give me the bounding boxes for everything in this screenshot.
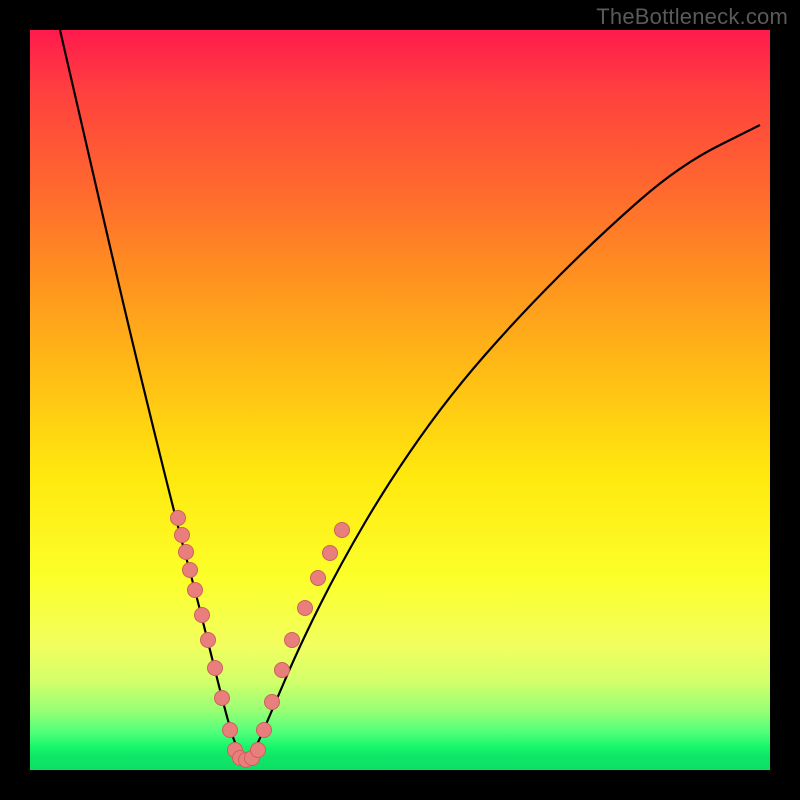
highlight-dot (223, 723, 238, 738)
highlight-dot (251, 743, 266, 758)
highlight-dot (208, 661, 223, 676)
highlight-dot (175, 528, 190, 543)
watermark-text: TheBottleneck.com (596, 4, 788, 30)
highlight-dot (335, 523, 350, 538)
plot-area (30, 30, 770, 770)
highlight-dot (298, 601, 313, 616)
highlight-dot (201, 633, 216, 648)
highlight-dot (311, 571, 326, 586)
highlight-dot (179, 545, 194, 560)
highlight-dot (275, 663, 290, 678)
highlight-dot (171, 511, 186, 526)
highlight-dot (257, 723, 272, 738)
highlight-dot (323, 546, 338, 561)
highlight-dot (285, 633, 300, 648)
highlight-dot (183, 563, 198, 578)
highlight-dot (215, 691, 230, 706)
chart-frame: TheBottleneck.com (0, 0, 800, 800)
highlight-dot (195, 608, 210, 623)
highlight-dot (188, 583, 203, 598)
bottleneck-curve (30, 30, 770, 770)
highlight-dot (265, 695, 280, 710)
